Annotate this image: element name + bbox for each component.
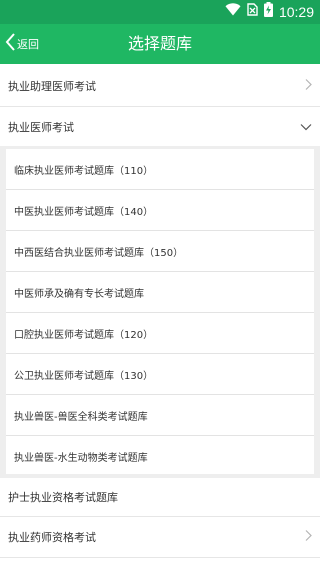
status-bar: 10:29 [0, 0, 320, 24]
sub-item-label: 执业兽医-水生动物类考试题库 [14, 452, 148, 464]
sublist-card: 临床执业医师考试题库（110） 中医执业医师考试题库（140） 中西医结合执业医… [6, 149, 314, 474]
app-bar: 返回 选择题库 [0, 24, 320, 64]
chevron-down-icon [300, 120, 312, 133]
list-item-label: 执业医师考试 [8, 120, 74, 134]
sub-item-public-health[interactable]: 公卫执业医师考试题库（130） [6, 354, 314, 394]
sub-item-integrated[interactable]: 中西医结合执业医师考试题库（150） [6, 231, 314, 271]
chevron-left-icon [4, 32, 16, 56]
list-item-physician[interactable]: 执业医师考试 [0, 107, 320, 146]
sub-item-label: 中医执业医师考试题库（140） [14, 206, 154, 218]
list-item-assistant-physician[interactable]: 执业助理医师考试 [0, 64, 320, 107]
chevron-right-icon [305, 78, 312, 93]
list-item-nurse[interactable]: 护士执业资格考试题库 [0, 478, 320, 516]
chevron-right-icon [305, 530, 312, 545]
battery-charging-icon [263, 2, 273, 22]
physician-exam-sublist: 临床执业医师考试题库（110） 中医执业医师考试题库（140） 中西医结合执业医… [0, 146, 320, 478]
wifi-icon [225, 3, 241, 21]
sub-item-vet-aquatic[interactable]: 执业兽医-水生动物类考试题库 [6, 436, 314, 476]
status-time: 10:29 [278, 4, 314, 20]
list-item-pharmacist[interactable]: 执业药师资格考试 [0, 517, 320, 557]
status-icons: 10:29 [225, 0, 314, 24]
divider [0, 557, 320, 558]
page-title: 选择题库 [127, 34, 192, 53]
back-label: 返回 [17, 38, 39, 51]
sub-item-label: 中西医结合执业医师考试题库（150） [14, 247, 184, 259]
list-item-label: 护士执业资格考试题库 [8, 491, 118, 504]
sub-item-label: 临床执业医师考试题库（110） [14, 165, 154, 177]
back-button[interactable]: 返回 [0, 24, 39, 64]
sub-item-label: 执业兽医-兽医全科类考试题库 [14, 411, 148, 423]
no-sim-icon [247, 3, 258, 21]
sub-item-label: 公卫执业医师考试题库（130） [14, 370, 154, 382]
sub-item-clinical[interactable]: 临床执业医师考试题库（110） [6, 149, 314, 189]
sub-item-label: 中医师承及确有专长考试题库 [14, 288, 144, 300]
sub-item-vet-general[interactable]: 执业兽医-兽医全科类考试题库 [6, 395, 314, 435]
sub-item-tcm-apprentice[interactable]: 中医师承及确有专长考试题库 [6, 272, 314, 312]
list-item-label: 执业药师资格考试 [8, 531, 96, 544]
sub-item-tcm[interactable]: 中医执业医师考试题库（140） [6, 190, 314, 230]
sub-item-dental[interactable]: 口腔执业医师考试题库（120） [6, 313, 314, 353]
sub-item-label: 口腔执业医师考试题库（120） [14, 329, 154, 341]
list-item-label: 执业助理医师考试 [8, 79, 96, 93]
